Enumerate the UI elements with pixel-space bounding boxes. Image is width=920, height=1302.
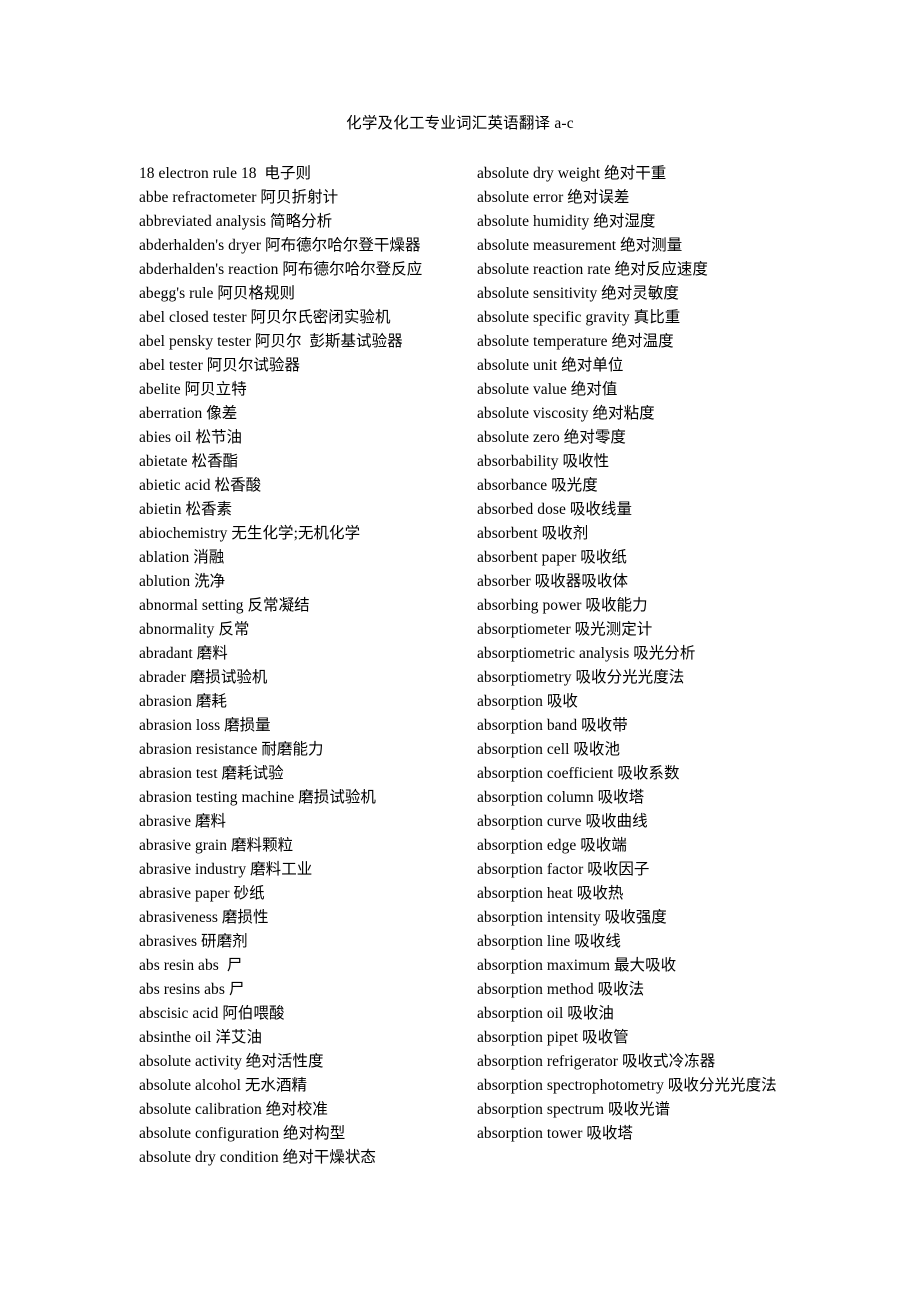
glossary-entry: absorption tower 吸收塔 — [477, 1125, 633, 1142]
glossary-entry: absolute dry condition 绝对干燥状态 — [139, 1149, 376, 1166]
glossary-entry: absorbed dose 吸收线量 — [477, 501, 633, 518]
glossary-entry: absorption factor 吸收因子 — [477, 861, 650, 878]
glossary-entry: ablution 洗净 — [139, 573, 226, 590]
glossary-entry: abderhalden's reaction 阿布德尔哈尔登反应 — [139, 261, 423, 278]
glossary-entry: absorption cell 吸收池 — [477, 741, 621, 758]
glossary-entry: abrader 磨损试验机 — [139, 669, 268, 686]
glossary-entry: absorptiometry 吸收分光光度法 — [477, 669, 685, 686]
glossary-column-right: absolute dry weight 绝对干重 absolute error 绝… — [477, 162, 777, 1146]
glossary-entry: absolute sensitivity 绝对灵敏度 — [477, 285, 679, 302]
glossary-entry: absorber 吸收器吸收体 — [477, 573, 628, 590]
glossary-entry: abs resins abs 尸 — [139, 981, 245, 998]
glossary-entry: absorption heat 吸收热 — [477, 885, 624, 902]
glossary-entry: absolute temperature 绝对温度 — [477, 333, 674, 350]
glossary-entry: abrasion resistance 耐磨能力 — [139, 741, 324, 758]
glossary-entry: absorption intensity 吸收强度 — [477, 909, 667, 926]
glossary-entry: absorptiometric analysis 吸光分析 — [477, 645, 696, 662]
glossary-entry: absorption column 吸收塔 — [477, 789, 645, 806]
glossary-entry: absorption pipet 吸收管 — [477, 1029, 629, 1046]
glossary-entry: absorption spectrum 吸收光谱 — [477, 1101, 671, 1118]
glossary-entry: absorbing power 吸收能力 — [477, 597, 648, 614]
glossary-entry: abrasives 研磨剂 — [139, 933, 248, 950]
glossary-entry: abietic acid 松香酸 — [139, 477, 262, 494]
glossary-entry: absolute zero 绝对零度 — [477, 429, 626, 446]
glossary-entry: absorption 吸收 — [477, 693, 578, 710]
glossary-entry: abnormality 反常 — [139, 621, 250, 638]
glossary-entry: abs resin abs 尸 — [139, 957, 243, 974]
glossary-entry: absorbent 吸收剂 — [477, 525, 589, 542]
glossary-entry: absorption line 吸收线 — [477, 933, 621, 950]
glossary-entry: absolute measurement 绝对测量 — [477, 237, 683, 254]
glossary-entry: absorptiometer 吸光测定计 — [477, 621, 653, 638]
glossary-entry: absorbability 吸收性 — [477, 453, 610, 470]
glossary-entry: absolute configuration 绝对构型 — [139, 1125, 346, 1142]
document-page: 化学及化工专业词汇英语翻译 a-c 18 electron rule 18 电子… — [0, 0, 920, 1302]
glossary-entry: abderhalden's dryer 阿布德尔哈尔登干燥器 — [139, 237, 421, 254]
glossary-entry: absorption edge 吸收端 — [477, 837, 627, 854]
glossary-entry: absolute dry weight 绝对干重 — [477, 165, 667, 182]
glossary-entry: abrasive paper 砂纸 — [139, 885, 265, 902]
glossary-entry: absolute unit 绝对单位 — [477, 357, 624, 374]
glossary-entry: abel closed tester 阿贝尔氏密闭实验机 — [139, 309, 391, 326]
glossary-entry: absorption maximum 最大吸收 — [477, 957, 677, 974]
glossary-entry: absolute activity 绝对活性度 — [139, 1053, 324, 1070]
page-title: 化学及化工专业词汇英语翻译 a-c — [346, 115, 574, 132]
glossary-entry: abietate 松香酯 — [139, 453, 239, 470]
glossary-entry: abies oil 松节油 — [139, 429, 243, 446]
glossary-entry: abrasion 磨耗 — [139, 693, 227, 710]
glossary-entry: abrasiveness 磨损性 — [139, 909, 269, 926]
glossary-columns: 18 electron rule 18 电子则 abbe refractomete… — [139, 162, 789, 1170]
glossary-entry: absorption refrigerator 吸收式冷冻器 — [477, 1053, 716, 1070]
glossary-entry: ablation 消融 — [139, 549, 225, 566]
glossary-entry: absorption oil 吸收油 — [477, 1005, 614, 1022]
glossary-entry: absorption curve 吸收曲线 — [477, 813, 648, 830]
glossary-entry: abel pensky tester 阿贝尔 彭斯基试验器 — [139, 333, 403, 350]
glossary-entry: abnormal setting 反常凝结 — [139, 597, 310, 614]
glossary-entry: abrasive industry 磨料工业 — [139, 861, 313, 878]
glossary-entry: absorption spectrophotometry 吸收分光光度法 — [477, 1077, 777, 1094]
glossary-entry: absinthe oil 洋艾油 — [139, 1029, 263, 1046]
glossary-entry: absorption method 吸收法 — [477, 981, 645, 998]
glossary-entry: absorption band 吸收带 — [477, 717, 628, 734]
glossary-entry: 18 electron rule 18 电子则 — [139, 165, 312, 182]
glossary-entry: absolute humidity 绝对湿度 — [477, 213, 656, 230]
glossary-column-left: 18 electron rule 18 电子则 abbe refractomete… — [139, 162, 439, 1170]
glossary-entry: absolute error 绝对误差 — [477, 189, 630, 206]
glossary-entry: absorption coefficient 吸收系数 — [477, 765, 680, 782]
glossary-entry: absorbent paper 吸收纸 — [477, 549, 627, 566]
glossary-entry: absolute viscosity 绝对粘度 — [477, 405, 655, 422]
glossary-entry: aberration 像差 — [139, 405, 238, 422]
glossary-entry: abiochemistry 无生化学;无机化学 — [139, 525, 361, 542]
glossary-entry: absorbance 吸光度 — [477, 477, 598, 494]
glossary-entry: abrasive 磨料 — [139, 813, 227, 830]
glossary-entry: abrasive grain 磨料颗粒 — [139, 837, 294, 854]
glossary-entry: abrasion testing machine 磨损试验机 — [139, 789, 376, 806]
glossary-entry: abbreviated analysis 简略分析 — [139, 213, 333, 230]
glossary-entry: abrasion loss 磨损量 — [139, 717, 271, 734]
glossary-entry: abradant 磨料 — [139, 645, 228, 662]
glossary-entry: abietin 松香素 — [139, 501, 233, 518]
glossary-entry: abbe refractometer 阿贝折射计 — [139, 189, 339, 206]
glossary-entry: abrasion test 磨耗试验 — [139, 765, 284, 782]
glossary-entry: absolute calibration 绝对校准 — [139, 1101, 328, 1118]
glossary-entry: abegg's rule 阿贝格规则 — [139, 285, 296, 302]
glossary-entry: abscisic acid 阿伯喂酸 — [139, 1005, 285, 1022]
glossary-entry: abel tester 阿贝尔试验器 — [139, 357, 301, 374]
glossary-entry: absolute alcohol 无水酒精 — [139, 1077, 308, 1094]
glossary-entry: abelite 阿贝立特 — [139, 381, 247, 398]
glossary-entry: absolute reaction rate 绝对反应速度 — [477, 261, 708, 278]
glossary-entry: absolute specific gravity 真比重 — [477, 309, 681, 326]
glossary-entry: absolute value 绝对值 — [477, 381, 618, 398]
